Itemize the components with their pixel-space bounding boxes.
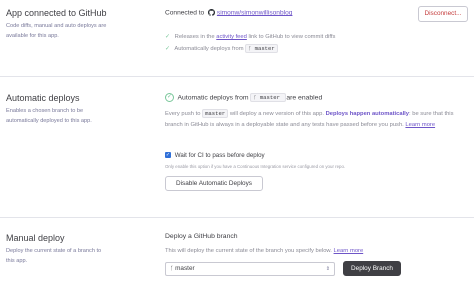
deploy-branch-heading: Deploy a GitHub branch <box>165 233 238 240</box>
manual-info-text: This will deploy the current state of th… <box>165 248 332 254</box>
status-suffix: are enabled <box>286 94 323 102</box>
wait-for-ci-label: Wait for CI to pass before deploy <box>174 152 265 159</box>
manual-learn-more-link[interactable]: Learn more <box>334 248 364 254</box>
releases-text-2: link to GitHub to view commit diffs <box>248 34 336 40</box>
branch-select-value: master <box>175 265 195 272</box>
disconnect-button[interactable]: Disconnect... <box>418 6 468 22</box>
branch-icon: ᚴ <box>248 46 252 52</box>
branch-badge: ᚴ master <box>245 44 278 53</box>
branch-icon: ᚴ <box>170 266 174 272</box>
auto-deploys-from-line: ✓ Automatically deploys from ᚴ master <box>165 44 278 54</box>
github-section-title: App connected to GitHub <box>6 8 107 18</box>
check-icon: ✓ <box>165 34 171 40</box>
automatic-deploys-description: Enables a chosen branch to be automatica… <box>6 108 92 124</box>
manual-deploy-info: This will deploy the current state of th… <box>165 246 363 256</box>
automatic-deploys-status: ✓ Automatic deploys from ᚴ master are en… <box>165 93 323 103</box>
info-branch-badge: master <box>202 109 229 118</box>
auto-deploy-info: Every push to master will deploy a new v… <box>165 109 460 130</box>
github-section: App connected to GitHub Code diffs, manu… <box>0 0 474 76</box>
branch-name: master <box>259 94 280 102</box>
connected-to-line: Connected to simonw/simonwillisonblog <box>165 9 292 16</box>
disable-automatic-deploys-button[interactable]: Disable Automatic Deploys <box>165 176 263 191</box>
repo-link[interactable]: simonw/simonwillisonblog <box>217 9 293 16</box>
ci-note: Only enable this option if you have a Co… <box>165 164 346 169</box>
connected-prefix: Connected to <box>165 9 205 17</box>
info-text-2: will deploy a new version of this app. <box>229 111 324 117</box>
releases-line: ✓ Releases in the activity feed link to … <box>165 32 335 42</box>
info-bold-text: Deploys happen automatically <box>325 111 410 117</box>
releases-text-1: Releases in the <box>174 34 215 40</box>
branch-name: master <box>254 45 275 52</box>
learn-more-link[interactable]: Learn more <box>405 122 435 128</box>
manual-deploy-description: Deploy the current state of a branch to … <box>6 248 102 264</box>
branch-icon: ᚴ <box>253 95 257 102</box>
branch-select[interactable]: ᚴ master ⇕ <box>165 262 335 276</box>
manual-deploy-section: Manual deploy Deploy the current state o… <box>0 218 474 287</box>
automatic-deploys-section: Automatic deploys Enables a chosen branc… <box>0 77 474 217</box>
check-icon: ✓ <box>165 46 171 52</box>
auto-deploys-text: Automatically deploys from <box>174 46 244 52</box>
activity-feed-link[interactable]: activity feed <box>216 34 247 40</box>
deploy-branch-button[interactable]: Deploy Branch <box>343 261 401 276</box>
branch-badge: ᚴ master <box>250 93 287 103</box>
github-icon <box>208 9 217 16</box>
select-arrows-icon: ⇕ <box>325 266 330 272</box>
success-check-icon: ✓ <box>165 93 174 102</box>
wait-for-ci-row: ✓ Wait for CI to pass before deploy <box>165 152 265 159</box>
github-section-description: Code diffs, manual and auto deploys are … <box>6 23 107 39</box>
info-text-1: Every push to <box>165 111 201 117</box>
wait-for-ci-checkbox[interactable]: ✓ <box>165 152 171 159</box>
status-prefix: Automatic deploys from <box>177 94 249 102</box>
automatic-deploys-title: Automatic deploys <box>6 93 80 103</box>
manual-deploy-title: Manual deploy <box>6 233 65 243</box>
